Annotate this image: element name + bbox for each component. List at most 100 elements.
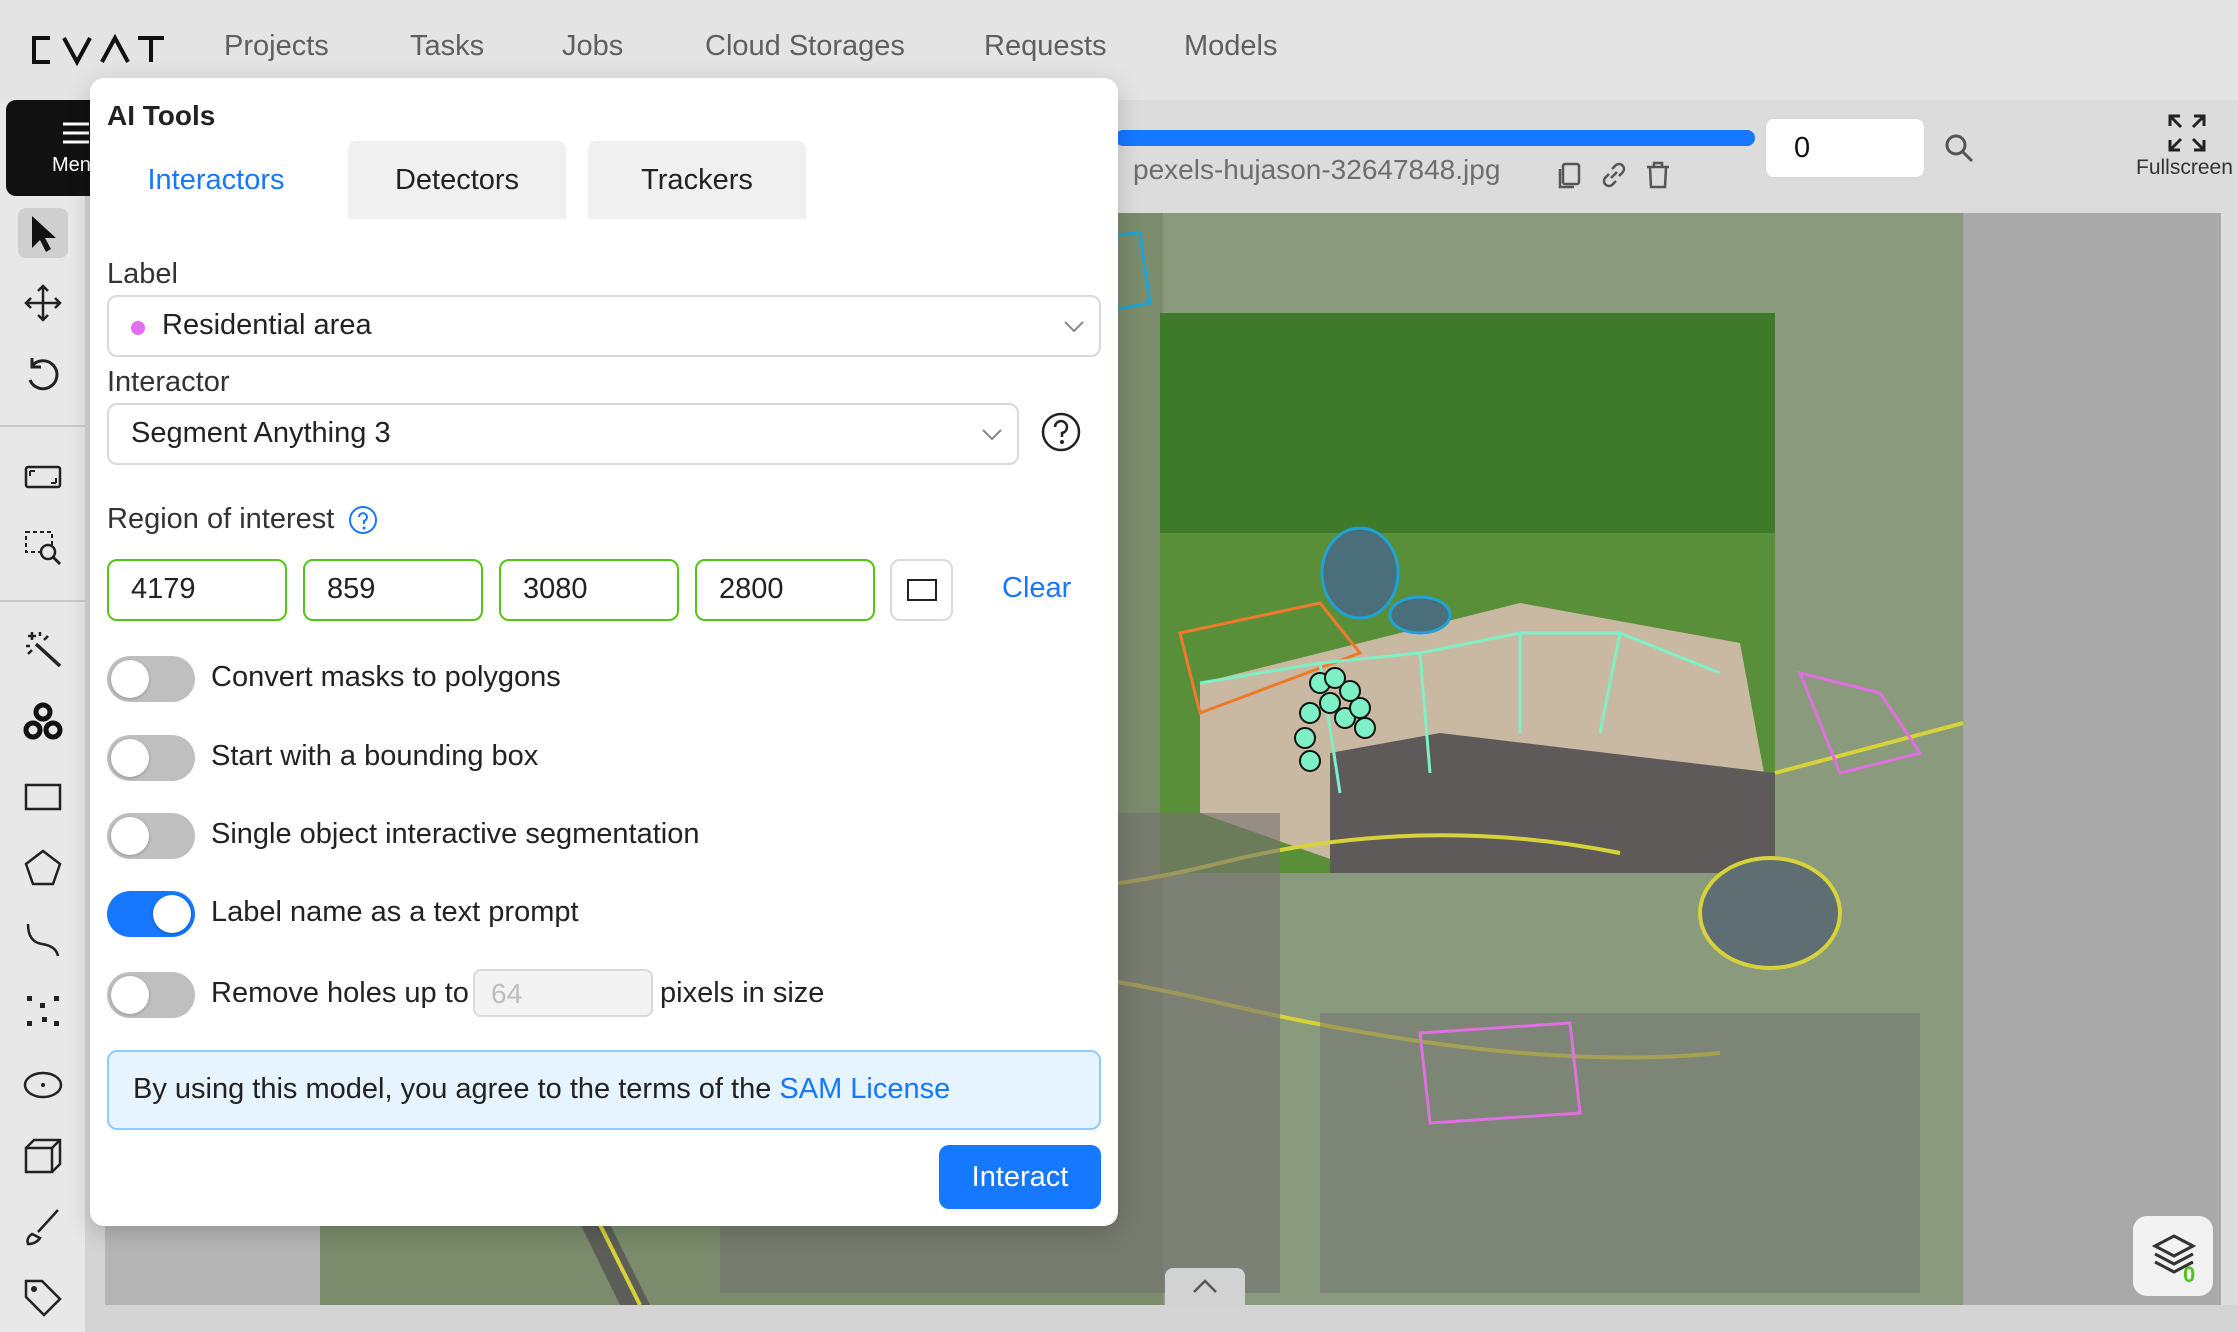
fit-image-icon xyxy=(24,465,62,489)
toggle-knob xyxy=(111,660,149,698)
remove-holes-toggle[interactable] xyxy=(107,972,195,1018)
toolbar-divider xyxy=(0,425,85,427)
frame-progress-bar[interactable] xyxy=(1115,130,1755,146)
label-field-label: Label xyxy=(107,258,178,290)
label-color-dot xyxy=(131,321,145,335)
tab-trackers[interactable]: Trackers xyxy=(588,141,806,219)
chevron-down-icon xyxy=(982,429,1002,441)
rectangle-icon xyxy=(24,783,62,811)
single-object-label: Single object interactive segmentation xyxy=(211,818,700,850)
delete-icon[interactable] xyxy=(1643,160,1673,190)
roi-width-input[interactable]: 3080 xyxy=(499,559,679,621)
hamburger-icon xyxy=(63,122,89,144)
fit-image-tool[interactable] xyxy=(18,452,68,502)
fullscreen-button[interactable]: Fullscreen xyxy=(2134,110,2238,190)
polygon-tool[interactable] xyxy=(18,843,68,893)
text-prompt-toggle[interactable] xyxy=(107,891,195,937)
interactor-select-value: Segment Anything 3 xyxy=(131,417,391,449)
interactor-help-icon[interactable] xyxy=(1040,411,1082,453)
zoom-region-tool[interactable] xyxy=(18,522,68,572)
copy-icon[interactable] xyxy=(1555,160,1585,190)
convert-masks-toggle[interactable] xyxy=(107,656,195,702)
license-notice: By using this model, you agree to the te… xyxy=(107,1050,1101,1130)
tab-detectors[interactable]: Detectors xyxy=(348,141,566,219)
points-tool[interactable] xyxy=(18,987,68,1037)
toggle-knob xyxy=(111,976,149,1014)
link-icon[interactable] xyxy=(1599,160,1629,190)
roi-label: Region of interest xyxy=(107,503,335,535)
layers-button[interactable]: 0 xyxy=(2133,1216,2213,1296)
tab-interactors[interactable]: Interactors xyxy=(107,141,325,219)
nav-cloud-storages[interactable]: Cloud Storages xyxy=(705,30,905,63)
ai-tools-tool[interactable] xyxy=(18,624,68,674)
single-object-toggle[interactable] xyxy=(107,813,195,859)
nav-requests[interactable]: Requests xyxy=(984,30,1107,63)
chevron-down-icon xyxy=(1064,321,1084,333)
cuboid-icon xyxy=(24,1138,62,1174)
tag-tool[interactable] xyxy=(18,1273,68,1323)
cursor-icon xyxy=(32,216,56,252)
nav-jobs[interactable]: Jobs xyxy=(562,30,623,63)
panel-title: AI Tools xyxy=(107,100,216,131)
remove-holes-label: Remove holes up to xyxy=(211,977,469,1009)
roi-x-input[interactable]: 4179 xyxy=(107,559,287,621)
move-icon xyxy=(24,284,62,322)
tag-icon xyxy=(24,1279,62,1317)
toolbar-divider xyxy=(0,600,85,602)
nav-tasks[interactable]: Tasks xyxy=(410,30,484,63)
ai-tools-panel: AI Tools Interactors Detectors Trackers … xyxy=(90,78,1118,1226)
roi-height-input[interactable]: 2800 xyxy=(695,559,875,621)
magic-wand-icon xyxy=(26,632,62,668)
remove-holes-suffix: pixels in size xyxy=(660,977,825,1009)
chevron-up-icon xyxy=(1193,1279,1217,1293)
cuboid-tool[interactable] xyxy=(18,1131,68,1181)
draw-roi-button[interactable] xyxy=(890,559,953,621)
ellipse-icon xyxy=(23,1071,63,1099)
sam-license-link[interactable]: SAM License xyxy=(779,1073,950,1105)
canvas-background xyxy=(1963,213,2221,1305)
opencv-icon xyxy=(23,702,63,740)
rotate-icon xyxy=(28,358,59,391)
toggle-knob xyxy=(111,739,149,777)
opencv-tool[interactable] xyxy=(18,697,68,747)
interactor-select[interactable]: Segment Anything 3 xyxy=(107,403,1019,465)
frame-number-input[interactable]: 0 xyxy=(1764,117,1926,179)
points-icon xyxy=(27,996,59,1026)
frame-filename: pexels-hujason-32647848.jpg xyxy=(1133,154,1501,185)
fullscreen-label: Fullscreen xyxy=(2136,156,2233,179)
bounding-box-label: Start with a bounding box xyxy=(211,740,539,772)
rectangle-icon xyxy=(907,579,937,601)
clear-roi-link[interactable]: Clear xyxy=(1002,572,1071,605)
polyline-tool[interactable] xyxy=(18,914,68,964)
label-select[interactable]: Residential area xyxy=(107,295,1101,357)
bounding-box-toggle[interactable] xyxy=(107,735,195,781)
remove-holes-input[interactable]: 64 xyxy=(473,969,653,1017)
convert-masks-label: Convert masks to polygons xyxy=(211,661,561,693)
search-icon[interactable] xyxy=(1944,133,1974,163)
nav-models[interactable]: Models xyxy=(1184,30,1278,63)
text-prompt-label: Label name as a text prompt xyxy=(211,896,579,928)
fullscreen-icon xyxy=(2168,114,2206,152)
roi-y-input[interactable]: 859 xyxy=(303,559,483,621)
polyline-icon xyxy=(26,923,60,957)
rotate-tool[interactable] xyxy=(18,350,68,400)
cvat-logo[interactable] xyxy=(30,30,165,70)
move-tool[interactable] xyxy=(18,278,68,328)
toggle-knob xyxy=(153,895,191,933)
toggle-knob xyxy=(111,817,149,855)
brush-icon xyxy=(26,1209,59,1246)
ellipse-tool[interactable] xyxy=(18,1060,68,1110)
rectangle-tool[interactable] xyxy=(18,772,68,822)
nav-projects[interactable]: Projects xyxy=(224,30,329,63)
label-select-value: Residential area xyxy=(162,309,372,341)
cursor-tool[interactable] xyxy=(18,208,68,258)
interact-button[interactable]: Interact xyxy=(939,1145,1101,1209)
polygon-icon xyxy=(24,849,62,886)
layers-count: 0 xyxy=(2183,1262,2196,1287)
license-text: By using this model, you agree to the te… xyxy=(133,1073,772,1105)
roi-help-icon[interactable] xyxy=(348,505,378,535)
interactor-field-label: Interactor xyxy=(107,366,230,398)
collapse-bottom-panel-button[interactable] xyxy=(1165,1268,1245,1305)
brush-tool[interactable] xyxy=(18,1202,68,1252)
frame-progress-fill xyxy=(1115,130,1755,146)
